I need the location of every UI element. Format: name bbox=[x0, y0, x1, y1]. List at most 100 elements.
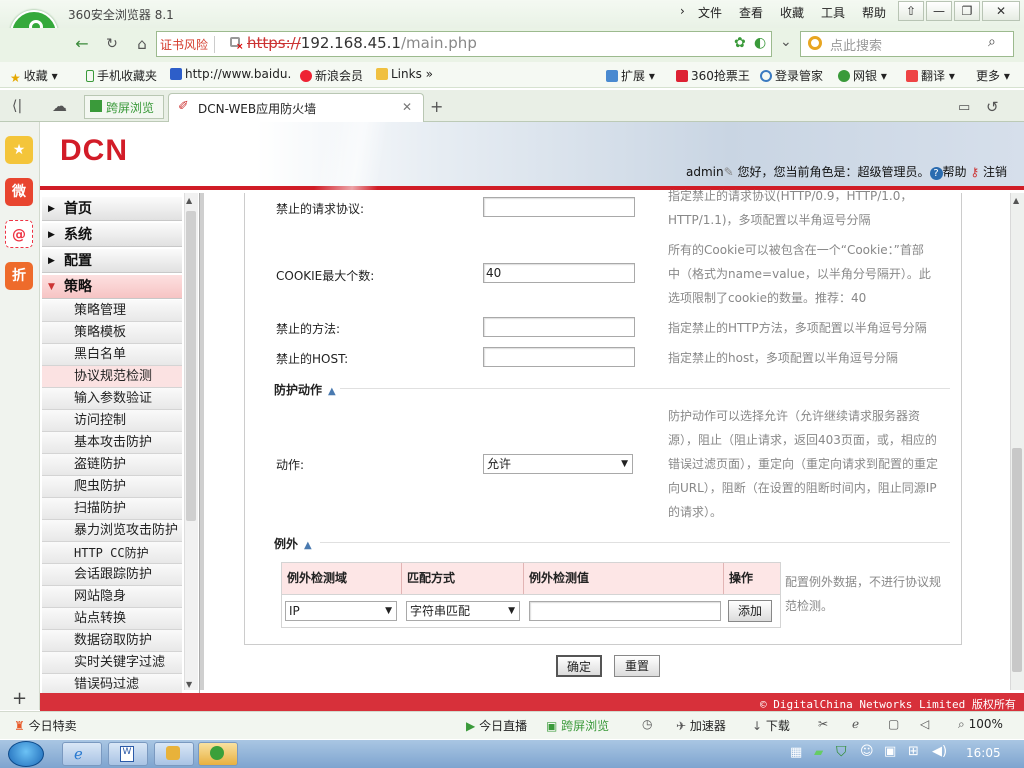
menu-brute-browse[interactable]: 暴力浏览攻击防护 bbox=[42, 520, 182, 542]
bookmark-links[interactable]: Links » bbox=[376, 67, 433, 81]
action-select[interactable]: 允许 ▼ bbox=[483, 454, 633, 474]
menu-policy-manage[interactable]: 策略管理 bbox=[42, 300, 182, 322]
ext-extensions[interactable]: 扩展 ▾ bbox=[606, 67, 655, 84]
help-icon[interactable]: ? bbox=[929, 167, 943, 180]
tray-film-icon[interactable]: ▦ bbox=[790, 745, 802, 760]
status-volume-icon[interactable]: ◁ bbox=[920, 717, 929, 731]
cookie-input[interactable]: 40 bbox=[483, 263, 635, 283]
menu-chevron-icon[interactable]: › bbox=[680, 4, 685, 18]
tray-monitor-icon[interactable]: ▣ bbox=[884, 744, 896, 759]
refresh-icon[interactable]: ↻ bbox=[100, 33, 124, 55]
bookmark-baidu[interactable]: http://www.baidu. bbox=[170, 67, 291, 81]
menu-file[interactable]: 文件 bbox=[698, 4, 722, 21]
menu-session-track[interactable]: 会话跟踪防护 bbox=[42, 564, 182, 586]
add-exception-button[interactable]: 添加 bbox=[728, 600, 772, 622]
status-live[interactable]: ▶ 今日直播 bbox=[466, 717, 527, 734]
menu-input-validation[interactable]: 输入参数验证 bbox=[42, 388, 182, 410]
url-text[interactable]: https://192.168.45.1/main.php bbox=[247, 34, 477, 52]
host-input[interactable] bbox=[483, 347, 635, 367]
new-tab-icon[interactable]: + bbox=[430, 97, 443, 116]
menu-config[interactable]: ▶ 配置 bbox=[42, 249, 182, 273]
address-dropdown-icon[interactable]: ⌄ bbox=[780, 34, 792, 50]
status-accelerator[interactable]: ✈ 加速器 bbox=[676, 717, 726, 734]
tray-user-icon[interactable]: ☺ bbox=[860, 744, 874, 759]
logout-link[interactable]: 注销 bbox=[983, 165, 1007, 179]
menu-scroll-up-icon[interactable]: ▲ bbox=[186, 196, 192, 205]
cert-warning[interactable]: 证书风险 bbox=[160, 36, 216, 53]
help-link[interactable]: 帮助 bbox=[943, 165, 967, 179]
home-icon[interactable]: ⌂ bbox=[130, 33, 154, 55]
protocol-input[interactable] bbox=[483, 197, 635, 217]
bookmark-mobile[interactable]: 手机收藏夹 bbox=[86, 67, 157, 84]
status-window-icon[interactable]: ▢ bbox=[888, 717, 899, 731]
ext-more[interactable]: 更多 ▾ bbox=[976, 67, 1010, 84]
menu-view[interactable]: 查看 bbox=[739, 4, 763, 21]
edit-icon[interactable]: ✎ bbox=[724, 165, 734, 179]
ext-translate[interactable]: 翻译 ▾ bbox=[906, 67, 955, 84]
menu-tools[interactable]: 工具 bbox=[821, 4, 845, 21]
status-zoom[interactable]: ⌕ 100% bbox=[958, 717, 1003, 732]
status-split[interactable]: ▣ 跨屏浏览 bbox=[546, 717, 609, 734]
menu-site-stealth[interactable]: 网站隐身 bbox=[42, 586, 182, 608]
sidebar-toggle-icon[interactable]: ⟨| bbox=[12, 98, 22, 114]
status-download[interactable]: ↓ 下载 bbox=[752, 717, 790, 734]
exception-domain-select[interactable]: IP ▼ bbox=[285, 601, 397, 621]
menu-blackwhite-list[interactable]: 黑白名单 bbox=[42, 344, 182, 366]
status-ie-icon[interactable]: ℯ bbox=[852, 717, 859, 731]
menu-site-convert[interactable]: 站点转换 bbox=[42, 608, 182, 630]
mail-side-icon[interactable]: @ bbox=[5, 220, 33, 248]
caret-up-icon[interactable]: ▲ bbox=[328, 386, 336, 397]
favorites-side-icon[interactable]: ★ bbox=[5, 136, 33, 164]
close-window-icon[interactable]: ✕ bbox=[982, 1, 1020, 21]
content-scroll-thumb[interactable] bbox=[1012, 448, 1022, 672]
exception-value-input[interactable] bbox=[529, 601, 721, 621]
tray-network-icon[interactable]: ⊞ bbox=[908, 744, 919, 759]
tray-volume-icon[interactable]: ◀) bbox=[932, 744, 947, 759]
search-engine-icon[interactable] bbox=[808, 36, 822, 50]
menu-home[interactable]: ▶ 首页 bbox=[42, 197, 182, 221]
secure-check-icon[interactable]: ✿ bbox=[734, 35, 746, 51]
minimize-icon[interactable]: — bbox=[926, 1, 952, 21]
ext-bank[interactable]: 网银 ▾ bbox=[838, 67, 887, 84]
menu-http-cc[interactable]: HTTP CC防护 bbox=[42, 542, 182, 564]
menu-scroll-thumb[interactable] bbox=[186, 211, 196, 521]
tray-shield-icon[interactable]: ⛉ bbox=[836, 744, 847, 760]
undo-close-icon[interactable]: ↺ bbox=[986, 98, 999, 116]
pin-icon[interactable]: ⇧ bbox=[898, 1, 924, 21]
method-input[interactable] bbox=[483, 317, 635, 337]
status-deals[interactable]: ♜ 今日特卖 bbox=[14, 717, 77, 734]
ext-login-manager[interactable]: 登录管家 bbox=[760, 67, 823, 84]
weibo-side-icon[interactable]: 微 bbox=[5, 178, 33, 206]
exception-section-title[interactable]: 例外 ▲ bbox=[274, 535, 312, 552]
ok-button[interactable]: 确定 bbox=[556, 655, 602, 677]
menu-access-control[interactable]: 访问控制 bbox=[42, 410, 182, 432]
menu-scan[interactable]: 扫描防护 bbox=[42, 498, 182, 520]
status-crop-icon[interactable]: ✂ bbox=[818, 717, 828, 731]
menu-keyword-filter[interactable]: 实时关键字过滤 bbox=[42, 652, 182, 674]
exception-match-select[interactable]: 字符串匹配 ▼ bbox=[406, 601, 520, 621]
scroll-up-icon[interactable]: ▲ bbox=[1013, 196, 1019, 205]
speed-mode-icon[interactable]: ◐ bbox=[754, 35, 766, 51]
menu-policy[interactable]: ▼ 策略 bbox=[42, 275, 182, 299]
menu-policy-template[interactable]: 策略模板 bbox=[42, 322, 182, 344]
menu-help[interactable]: 帮助 bbox=[862, 4, 886, 21]
tray-keyboard-icon[interactable]: ▰ bbox=[814, 745, 823, 759]
tab-list-icon[interactable]: ▭ bbox=[958, 100, 970, 115]
reset-button[interactable]: 重置 bbox=[614, 655, 660, 677]
ext-ticket[interactable]: 360抢票王 bbox=[676, 67, 750, 84]
search-icon[interactable]: ⌕ bbox=[988, 34, 996, 50]
menu-favorites[interactable]: 收藏 bbox=[780, 4, 804, 21]
bookmark-sina[interactable]: 新浪会员 bbox=[300, 67, 363, 84]
menu-basic-attack[interactable]: 基本攻击防护 bbox=[42, 432, 182, 454]
menu-protocol-check[interactable]: 协议规范检测 bbox=[42, 366, 182, 388]
menu-scroll-down-icon[interactable]: ▼ bbox=[186, 680, 192, 689]
menu-hotlink[interactable]: 盗链防护 bbox=[42, 454, 182, 476]
caret-up-icon[interactable]: ▲ bbox=[304, 540, 312, 551]
status-history-icon[interactable]: ◷ bbox=[642, 717, 652, 731]
windows-start-icon[interactable] bbox=[8, 741, 44, 767]
maximize-icon[interactable]: ❐ bbox=[954, 1, 980, 21]
back-icon[interactable]: ← bbox=[70, 33, 94, 55]
bookmark-favorites[interactable]: ★ 收藏 ▾ bbox=[10, 67, 58, 85]
cloud-icon[interactable]: ☁ bbox=[52, 97, 67, 115]
logout-key-icon[interactable]: ⚷ bbox=[970, 165, 979, 179]
